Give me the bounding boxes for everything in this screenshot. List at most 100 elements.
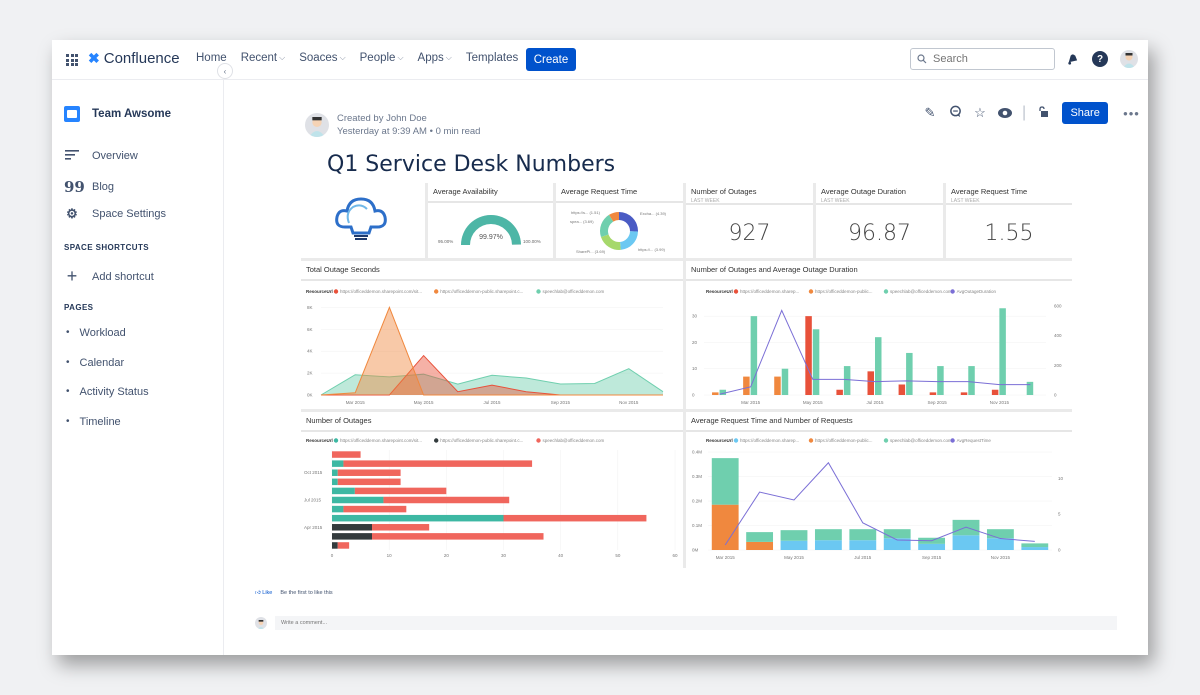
bar-segment[interactable]: [780, 530, 808, 541]
x-tick-label: Mar 2015: [346, 400, 366, 405]
user-avatar[interactable]: [1120, 50, 1138, 68]
bar-segment[interactable]: [746, 532, 774, 542]
bar-segment[interactable]: [332, 487, 355, 495]
donut-label: https://... (3.99): [638, 247, 666, 252]
bar[interactable]: [774, 376, 781, 395]
tile-title: Average Availability: [433, 187, 498, 196]
comment-input[interactable]: [275, 616, 1117, 630]
bar-segment[interactable]: [849, 529, 877, 541]
collapse-sidebar-button[interactable]: ‹: [217, 63, 233, 79]
bar-segment[interactable]: [746, 541, 774, 550]
bar-segment[interactable]: [332, 451, 361, 458]
bar[interactable]: [712, 392, 719, 395]
bar-segment[interactable]: [372, 524, 430, 531]
bar[interactable]: [999, 308, 1006, 395]
donut-slice[interactable]: [620, 231, 638, 250]
bar-segment[interactable]: [332, 460, 344, 467]
sidebar-item-blog[interactable]: 99 Blog: [64, 178, 114, 196]
notifications-bell-icon[interactable]: [1064, 51, 1080, 67]
nav-item-templates[interactable]: Templates: [466, 52, 518, 64]
nav-item-home[interactable]: Home: [196, 52, 227, 64]
comment-icon[interactable]: [947, 105, 963, 121]
nav-item-apps[interactable]: Apps ⌵: [418, 52, 452, 64]
bar-segment[interactable]: [332, 533, 373, 540]
sidebar-item-overview[interactable]: Overview: [64, 148, 138, 163]
bar-segment[interactable]: [849, 540, 877, 550]
bar[interactable]: [875, 337, 882, 395]
y2-tick-label: 10: [1058, 476, 1064, 481]
x-tick-label: May 2015: [784, 555, 804, 560]
bar[interactable]: [836, 389, 843, 395]
sidebar-item-space-settings[interactable]: ⚙ Space Settings: [64, 206, 166, 222]
help-icon[interactable]: ?: [1092, 51, 1108, 67]
restrictions-unlock-icon[interactable]: [1035, 105, 1051, 121]
add-shortcut-button[interactable]: + Add shortcut: [64, 266, 154, 287]
bar[interactable]: [898, 384, 906, 395]
space-header[interactable]: Team Awsome: [64, 106, 171, 122]
star-icon[interactable]: ☆: [972, 105, 988, 121]
bar[interactable]: [743, 376, 750, 395]
bar[interactable]: [843, 366, 851, 395]
nav-item-people[interactable]: People ⌵: [360, 52, 404, 64]
bar-segment[interactable]: [343, 460, 533, 467]
edit-pencil-icon[interactable]: ✎: [922, 105, 938, 121]
bar-segment[interactable]: [780, 540, 808, 550]
donut-slice[interactable]: [619, 212, 638, 232]
bar-segment[interactable]: [332, 505, 344, 513]
bar[interactable]: [937, 366, 944, 395]
like-button[interactable]: 👍︎ Like: [255, 590, 272, 596]
bar-segment[interactable]: [343, 505, 407, 513]
search-input[interactable]: [933, 53, 1043, 65]
share-button[interactable]: Share: [1062, 102, 1109, 124]
donut-slice[interactable]: [600, 234, 621, 250]
bar-segment[interactable]: [332, 524, 373, 531]
bar-segment[interactable]: [814, 540, 842, 550]
bar-segment[interactable]: [814, 529, 842, 541]
bar-segment[interactable]: [354, 487, 447, 495]
nav-item-soaces[interactable]: Soaces ⌵: [299, 52, 345, 64]
watch-eye-icon[interactable]: [997, 106, 1013, 121]
sidebar-page-workload[interactable]: • Workload: [66, 327, 126, 339]
bar[interactable]: [781, 368, 789, 395]
bar-segment[interactable]: [372, 533, 544, 540]
bar-segment[interactable]: [332, 542, 338, 549]
bar-segment[interactable]: [1021, 543, 1049, 548]
bar-segment[interactable]: [711, 458, 739, 505]
bar-segment[interactable]: [986, 538, 1014, 550]
author-avatar[interactable]: [305, 113, 329, 137]
bar-segment[interactable]: [337, 469, 401, 476]
bar-segment[interactable]: [332, 469, 338, 476]
bar-segment[interactable]: [332, 496, 384, 504]
bar-segment[interactable]: [503, 514, 647, 522]
bar-segment[interactable]: [383, 496, 510, 504]
app-switcher-icon[interactable]: [66, 54, 78, 66]
y2-tick-label: 400: [1054, 333, 1062, 338]
bar-segment[interactable]: [332, 514, 504, 522]
bar-segment[interactable]: [952, 535, 980, 550]
bar[interactable]: [968, 366, 975, 395]
bar-segment[interactable]: [986, 529, 1014, 539]
search-box[interactable]: [910, 48, 1055, 70]
bar[interactable]: [805, 316, 812, 395]
more-actions-icon[interactable]: •••: [1123, 106, 1140, 121]
bar-segment[interactable]: [337, 478, 401, 486]
bar-segment[interactable]: [332, 478, 338, 486]
sidebar-page-timeline[interactable]: • Timeline: [66, 416, 121, 428]
bar[interactable]: [960, 392, 968, 395]
bar-segment[interactable]: [337, 542, 350, 549]
nav-item-recent[interactable]: Recent ⌵: [241, 52, 286, 64]
bar[interactable]: [991, 389, 999, 395]
bar-segment[interactable]: [883, 529, 911, 539]
confluence-logo[interactable]: ✖ Confluence: [88, 50, 180, 67]
sidebar-page-activity-status[interactable]: • Activity Status: [66, 386, 149, 398]
bar[interactable]: [906, 352, 913, 395]
bar-segment[interactable]: [711, 504, 739, 550]
bar[interactable]: [812, 329, 820, 395]
sidebar-page-calendar[interactable]: • Calendar: [66, 357, 124, 369]
bar-segment[interactable]: [1021, 547, 1049, 550]
bar[interactable]: [867, 371, 875, 395]
bar[interactable]: [929, 392, 937, 395]
bar[interactable]: [1026, 381, 1034, 395]
bar-segment[interactable]: [918, 543, 946, 550]
create-button[interactable]: Create: [526, 48, 576, 71]
